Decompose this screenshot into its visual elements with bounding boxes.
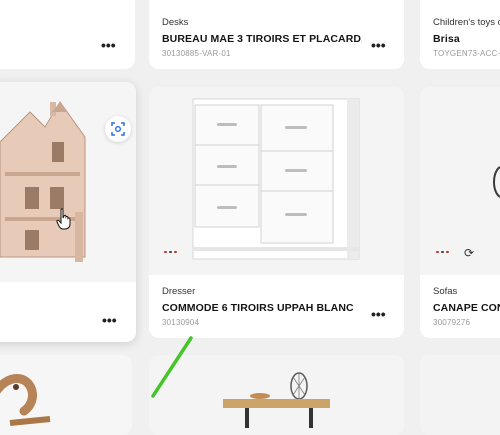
product-image: ⟳ [420,87,500,275]
color-swatches [436,251,449,253]
product-sku: 30130904 [162,318,200,327]
product-title: CANAPE CON [433,302,500,314]
product-card-dresser[interactable]: Dresser COMMODE 6 TIROIRS UPPAH BLANC 30… [149,87,404,338]
color-swatches [164,251,177,253]
sofa-image [420,87,500,275]
product-category: Children's toys c [433,17,500,28]
hand-cursor-icon [56,208,71,230]
refresh-icon[interactable]: ⟳ [464,246,474,260]
annotation-stroke [151,336,193,398]
scan-icon [111,122,125,136]
product-card-desks[interactable]: Desks BUREAU MAE 3 TIROIRS ET PLACARD...… [149,0,404,69]
product-image [420,355,500,435]
product-card-partial-bottom-right[interactable] [420,355,500,435]
product-card-toys[interactable]: Children's toys c Brisa TOYGEN73-ACC- [420,0,500,69]
product-sku: TOYGEN73-ACC- [433,49,500,58]
product-image [0,355,132,435]
product-category: Sofas [433,286,458,297]
product-card-rocking-horse[interactable] [0,355,132,435]
product-category: Desks [162,17,189,28]
more-options-button[interactable]: ••• [371,38,386,52]
dollhouse-image [0,82,136,282]
product-image [0,82,136,282]
product-title: COMMODE 6 TIROIRS UPPAH BLANC [162,302,354,314]
product-category: Dresser [162,286,196,297]
product-card-sofas[interactable]: ⟳ Sofas CANAPE CON 30079276 [420,87,500,338]
product-card-partial-top-left[interactable]: ••• [0,0,135,69]
product-sku: 30079276 [433,318,471,327]
product-card-dollhouse[interactable]: ••• [0,82,136,342]
more-options-button[interactable]: ••• [101,38,116,52]
scan-button[interactable] [105,116,131,142]
dresser-image [149,87,404,275]
more-options-button[interactable]: ••• [371,307,386,321]
product-image [149,87,404,275]
product-title: Brisa [433,33,460,45]
rocking-horse-image [0,355,132,435]
product-title: BUREAU MAE 3 TIROIRS ET PLACARD... [162,33,362,45]
product-sku: 30130885-VAR-01 [162,49,231,58]
more-options-button[interactable]: ••• [102,313,117,327]
